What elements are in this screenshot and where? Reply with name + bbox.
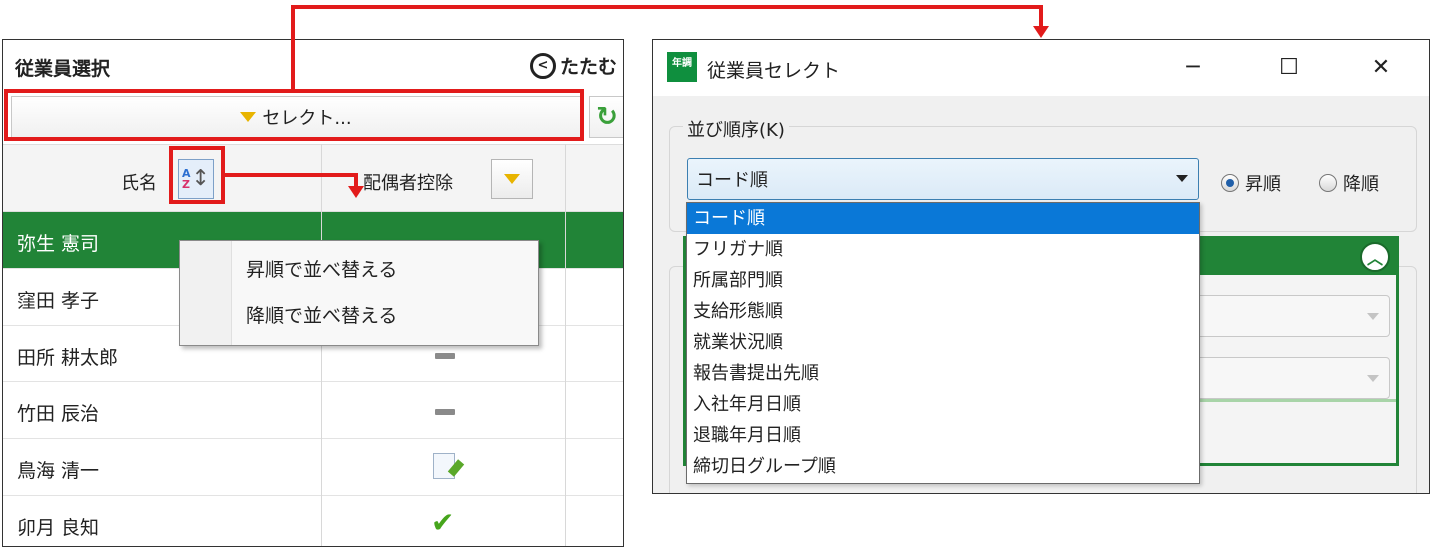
maximize-icon[interactable]: ☐	[1269, 52, 1309, 82]
dropdown-option[interactable]: 就業状況順	[687, 327, 1199, 358]
menu-item-sort-ascending[interactable]: 昇順で並べ替える	[246, 255, 397, 282]
employee-name: 窪田 孝子	[17, 289, 100, 312]
annotation-arrowhead	[348, 186, 364, 198]
panel-title: 従業員選択	[15, 58, 111, 80]
table-row[interactable]: 卯月 良知 ✔	[3, 496, 623, 546]
dropdown-option[interactable]: 支給形態順	[687, 296, 1199, 327]
dropdown-option[interactable]: 退職年月日順	[687, 420, 1199, 451]
filter-button[interactable]	[491, 159, 533, 199]
close-icon[interactable]: ✕	[1361, 52, 1401, 82]
dropdown-option[interactable]: コード順	[687, 203, 1199, 234]
employee-name: 鳥海 清一	[17, 460, 100, 483]
table-row[interactable]: 竹田 辰治	[3, 382, 623, 440]
table-header: 氏名 AZ ↕ 配偶者控除	[3, 144, 623, 212]
menu-item-sort-descending[interactable]: 降順で並べ替える	[246, 301, 397, 328]
employee-name: 田所 耕太郎	[17, 346, 119, 369]
collapse-button[interactable]: < たたむ	[529, 52, 617, 79]
sort-order-dropdown-list: コード順 フリガナ順 所属部門順 支給形態順 就業状況順 報告書提出先順 入社年…	[686, 202, 1200, 484]
checkmark-icon: ✔	[431, 505, 455, 539]
combobox-value: コード順	[696, 170, 768, 191]
dropdown-option[interactable]: 締切日グループ順	[687, 451, 1199, 482]
app-icon: 年調	[667, 52, 697, 82]
chevron-up-icon[interactable]: ︿	[1360, 242, 1390, 272]
refresh-icon: ↻	[596, 102, 618, 132]
radio-ascending-label: 昇順	[1245, 174, 1281, 195]
dropdown-arrow-icon	[1176, 175, 1188, 182]
memo-edit-icon	[433, 453, 455, 480]
sort-context-menu: 昇順で並べ替える 降順で並べ替える	[179, 240, 539, 346]
dash-icon	[435, 409, 455, 416]
table-row[interactable]: 鳥海 清一	[3, 439, 623, 496]
employee-name: 弥生 憲司	[17, 233, 100, 255]
radio-circle	[1319, 174, 1337, 192]
sort-order-combobox[interactable]: コード順	[687, 158, 1199, 200]
menu-gutter	[180, 241, 232, 345]
employee-name: 竹田 辰治	[17, 403, 100, 426]
annotation-connector	[291, 5, 295, 91]
refresh-button[interactable]: ↻	[589, 96, 623, 138]
annotation-sort-highlight	[169, 146, 225, 204]
window-titlebar: 年調 従業員セレクト ─ ☐ ✕	[653, 40, 1429, 96]
annotation-connector	[1039, 5, 1043, 27]
radio-circle-selected	[1221, 174, 1239, 192]
window-title: 従業員セレクト	[707, 60, 841, 82]
dropdown-option[interactable]: フリガナ順	[687, 234, 1199, 265]
annotation-connector	[291, 5, 1043, 9]
radio-descending[interactable]: 降順	[1319, 170, 1379, 196]
dropdown-option[interactable]: 報告書提出先順	[687, 358, 1199, 389]
chevron-left-icon: <	[529, 52, 556, 79]
column-divider	[565, 144, 566, 546]
employee-name: 卯月 良知	[17, 516, 100, 539]
filter-triangle-icon	[504, 174, 520, 184]
dash-icon	[435, 352, 455, 359]
dropdown-option[interactable]: 入社年月日順	[687, 389, 1199, 420]
column-header-name: 氏名	[121, 173, 157, 194]
annotation-arrowhead	[1033, 26, 1049, 38]
dropdown-option[interactable]: 所属部門順	[687, 265, 1199, 296]
annotation-connector	[224, 173, 358, 177]
radio-descending-label: 降順	[1343, 174, 1379, 195]
minimize-icon[interactable]: ─	[1173, 52, 1213, 82]
radio-ascending[interactable]: 昇順	[1221, 170, 1281, 196]
annotation-select-highlight	[4, 89, 584, 141]
sort-order-label: 並び順序(K)	[683, 116, 789, 142]
column-header-spouse: 配偶者控除	[363, 173, 453, 194]
annotation-connector	[354, 173, 358, 187]
collapse-label: たたむ	[559, 56, 617, 78]
